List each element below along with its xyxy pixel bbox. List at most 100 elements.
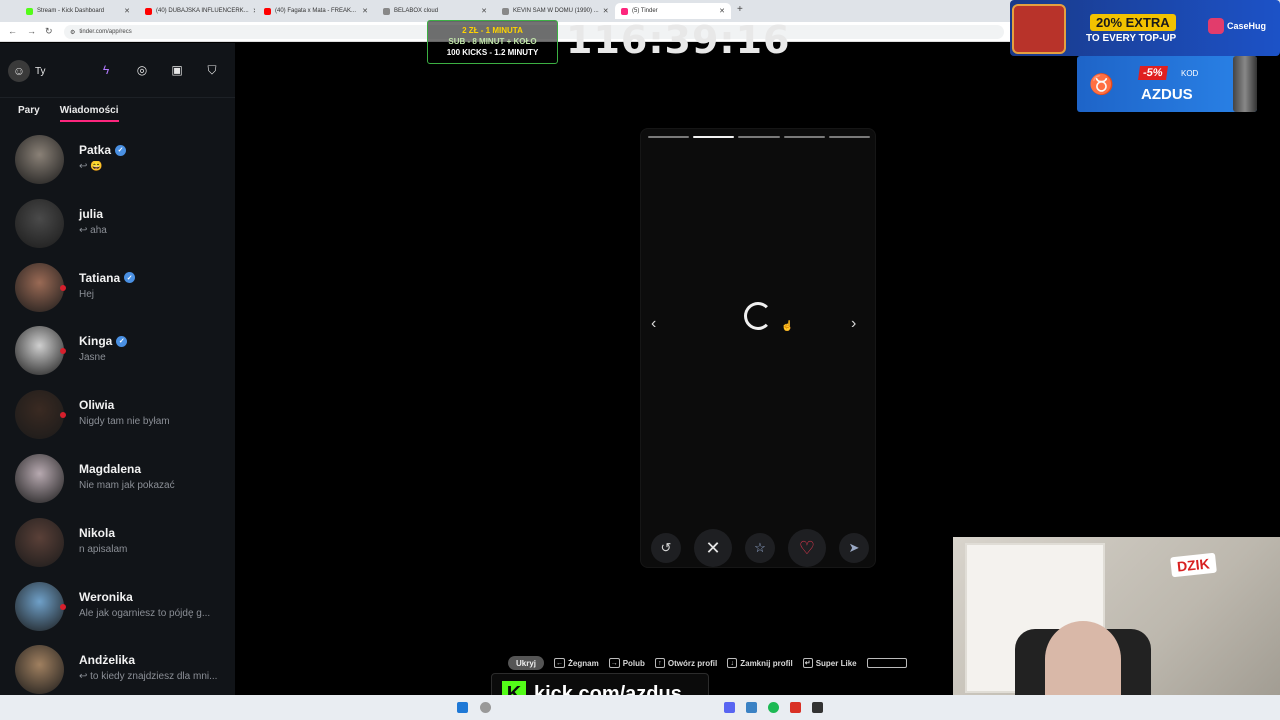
subathon-rules: 2 ZŁ - 1 MINUTA SUB - 8 MINUT + KOŁO 100… <box>427 20 558 64</box>
card-actions: ↺ ✕ ☆ ♡ ➤ <box>651 529 869 567</box>
list-item[interactable]: julia ↩ aha <box>0 195 235 259</box>
verified-badge-icon: ✓ <box>116 335 128 347</box>
last-message: Hej <box>79 288 95 300</box>
close-tab-icon[interactable]: ✕ <box>481 7 487 15</box>
close-tab-icon[interactable]: ✕ <box>603 7 609 15</box>
briefcase-icon[interactable]: ▣ <box>165 58 189 82</box>
browser-tab[interactable]: (40) DUBAJSKA INFLUENCERK...✕ <box>139 3 255 19</box>
browser-tab[interactable]: Stream - Kick Dashboard ✕ <box>20 3 136 19</box>
unread-dot-icon <box>60 284 66 291</box>
conversation-name: Weronika <box>79 589 133 604</box>
avatar[interactable] <box>15 517 64 567</box>
down-key-icon: ↓ <box>727 658 738 668</box>
casehug-logo: CaseHug <box>1208 18 1266 34</box>
list-item[interactable]: Tatiana ✓ Hej <box>0 259 235 323</box>
back-icon[interactable]: ← <box>8 26 17 36</box>
shield-icon[interactable]: ⛉ <box>200 58 224 82</box>
spotify-icon[interactable] <box>768 702 779 713</box>
discord-icon[interactable] <box>724 702 735 713</box>
conversation-name: Nikola <box>79 525 116 540</box>
photo-indicator <box>783 136 825 138</box>
last-message: Ale jak ogarniesz to pójdę g... <box>79 607 211 619</box>
avatar[interactable] <box>15 581 64 631</box>
super-like-button[interactable]: ☆ <box>745 533 775 563</box>
reload-icon[interactable]: ↻ <box>45 26 53 37</box>
browser-tab[interactable]: (40) Fagata x Mata - FREAK... ✕ <box>258 3 374 19</box>
conversation-name: Kinga ✓ <box>79 334 128 348</box>
tab-matches[interactable]: Pary <box>18 105 40 122</box>
avatar[interactable] <box>15 262 64 312</box>
last-message: n apisalam <box>79 543 128 555</box>
kick-favicon-icon <box>26 7 33 15</box>
dzik-logo: DZIK <box>1170 552 1217 578</box>
close-tab-icon[interactable]: ✕ <box>719 7 725 15</box>
previous-photo-icon[interactable]: ‹ <box>651 315 656 333</box>
new-tab-icon[interactable]: + <box>737 4 743 15</box>
search-icon[interactable] <box>480 702 491 713</box>
list-item[interactable]: Patka ✓ ↩ 😄 <box>0 131 235 195</box>
close-tab-icon[interactable]: ✕ <box>362 7 368 15</box>
taskbar <box>0 695 1280 720</box>
hint-close-profile: ↓ Zamknij profil <box>727 658 793 668</box>
boost-icon[interactable]: ϟ <box>94 58 118 82</box>
list-item[interactable]: Nikola n apisalam <box>0 514 235 578</box>
casehug-banner: 20% EXTRA TO EVERY TOP-UP CaseHug <box>1010 0 1280 56</box>
conversation-name: Patka ✓ <box>79 143 127 157</box>
globe-favicon-icon <box>383 7 390 15</box>
last-message: ↩ to kiedy znajdziesz dla mni... <box>79 671 218 683</box>
avatar[interactable] <box>15 198 64 248</box>
hint-like: → Polub <box>608 658 645 668</box>
browser-tab-active[interactable]: (5) Tinder ✕ <box>615 3 731 19</box>
bull-icon: ♉ <box>1089 74 1114 96</box>
close-tab-icon[interactable]: ✕ <box>253 7 255 15</box>
terminal-icon[interactable] <box>812 702 823 713</box>
nope-button[interactable]: ✕ <box>694 529 732 567</box>
start-icon[interactable] <box>457 702 468 713</box>
next-photo-icon[interactable]: › <box>851 315 856 333</box>
like-button[interactable]: ♡ <box>788 529 826 567</box>
last-message: Nie mam jak pokazać <box>79 479 175 491</box>
conversation-list: Patka ✓ ↩ 😄 julia ↩ aha Tatiana ✓ Hej Kinga ✓ Jasn… <box>0 131 235 705</box>
rewind-button[interactable]: ↺ <box>651 533 681 563</box>
files-icon[interactable] <box>746 702 757 713</box>
avatar[interactable] <box>15 326 64 376</box>
browser-tab[interactable]: KEVIN SAM W DOMU (1990) ... ✕ <box>496 3 612 19</box>
enter-key-icon: ↵ <box>802 658 813 668</box>
last-message: Jasne <box>79 352 106 364</box>
youtube-favicon-icon <box>264 7 271 15</box>
globe-favicon-icon <box>502 7 509 15</box>
list-item[interactable]: Magdalena Nie mam jak pokazać <box>0 450 235 514</box>
last-message: ↩ 😄 <box>79 161 103 172</box>
list-item[interactable]: Kinga ✓ Jasne <box>0 322 235 386</box>
avatar[interactable]: ☺ <box>8 60 30 82</box>
treasure-chest-icon <box>1012 4 1066 54</box>
profile-card[interactable]: ‹ › ☝ ↺ ✕ ☆ ♡ ➤ <box>640 128 876 568</box>
avatar[interactable] <box>15 390 64 440</box>
app-icon[interactable] <box>790 702 801 713</box>
unread-dot-icon <box>60 412 66 419</box>
forward-icon[interactable]: → <box>27 26 36 36</box>
explore-icon[interactable]: ◎ <box>130 58 154 82</box>
close-tab-icon[interactable]: ✕ <box>124 7 130 15</box>
avatar[interactable] <box>15 645 64 695</box>
avatar[interactable] <box>15 135 64 184</box>
energy-drink-can-icon <box>1233 56 1257 112</box>
list-item[interactable]: Weronika Ale jak ogarniesz to pójdę g... <box>0 578 235 642</box>
last-message: ↩ aha <box>79 224 107 236</box>
browser-tab[interactable]: BELABOX cloud ✕ <box>377 3 493 19</box>
list-item[interactable]: Oliwia Nigdy tam nie byłam <box>0 386 235 450</box>
space-key-icon <box>866 658 907 668</box>
hide-hints-button[interactable]: Ukryj <box>508 656 545 670</box>
tab-messages[interactable]: Wiadomości <box>59 105 119 122</box>
keyboard-hints: Ukryj ← Żegnam → Polub ↑ Otwórz profil ↓ Zam… <box>508 656 907 670</box>
conversation-name: Tatiana ✓ <box>79 271 136 285</box>
site-info-icon[interactable]: ⚙ <box>70 29 75 36</box>
youtube-favicon-icon <box>145 7 152 15</box>
loading-spinner-icon <box>744 302 772 330</box>
profile-name[interactable]: Ty <box>35 66 46 77</box>
unread-dot-icon <box>60 348 66 355</box>
avatar[interactable] <box>15 453 64 503</box>
tinder-sidebar: ☺ Ty ϟ ◎ ▣ ⛉ Pary Wiadomości Patka ✓ ↩ 😄 ju… <box>0 43 235 695</box>
pointer-cursor-icon: ☝ <box>781 321 794 332</box>
boost-send-button[interactable]: ➤ <box>839 533 869 563</box>
